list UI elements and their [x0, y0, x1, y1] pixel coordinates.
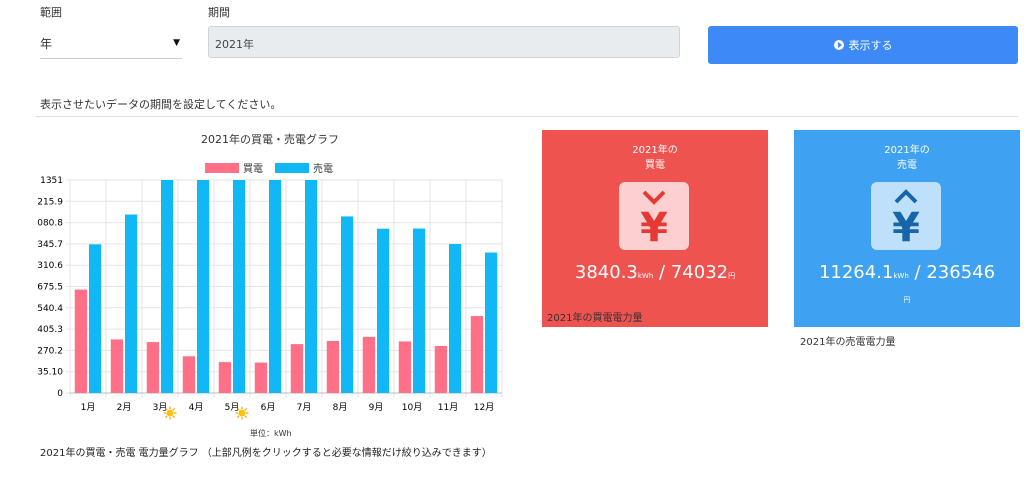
- x-tick-label: 12月: [474, 402, 494, 413]
- period-input[interactable]: 2021年: [208, 26, 680, 58]
- sell-yen-unit: 円: [903, 296, 911, 304]
- period-hint-text: 表示させたいデータの期間を設定してください。: [40, 98, 282, 111]
- range-select[interactable]: 年 ▼: [40, 30, 182, 59]
- bar-buy: [290, 344, 303, 393]
- sell-card-caption: 2021年の売電電力量: [800, 337, 896, 348]
- bar-buy: [254, 362, 267, 393]
- bar-buy: [398, 341, 411, 393]
- bar-sell: [269, 180, 282, 393]
- y-tick-label: 0: [57, 389, 63, 399]
- range-select-value: 年: [40, 37, 53, 51]
- buy-kwh-unit: kWh: [637, 272, 654, 280]
- y-tick-label: 405.3: [37, 325, 63, 335]
- sun-icon: [163, 406, 177, 420]
- bar-sell: [377, 228, 390, 393]
- y-tick-label: 675.5: [37, 283, 63, 293]
- bar-buy: [470, 316, 483, 393]
- y-tick-label: 540.4: [37, 304, 63, 314]
- sell-card-title: 2021年の 売電: [794, 143, 1020, 173]
- bar-sell: [233, 180, 246, 393]
- y-tick-label: 080.8: [37, 219, 63, 229]
- bar-sell: [161, 180, 174, 393]
- sell-card-title-year: 2021年の: [884, 145, 930, 156]
- show-button[interactable]: 表示する: [708, 26, 1018, 64]
- yen-up-icon: ¥: [871, 182, 941, 251]
- buy-card-title: 2021年の 買電: [542, 143, 768, 173]
- period-input-value: 2021年: [215, 38, 254, 51]
- range-label: 範囲: [40, 6, 62, 19]
- bar-buy: [74, 289, 87, 393]
- buy-separator: /: [659, 262, 666, 283]
- y-axis-ticks: 1351 215.9 080.8 345.7 310.6 675.5 540.4 405.3 2…: [37, 176, 63, 399]
- bar-sell: [89, 244, 102, 393]
- bar-buy: [362, 336, 375, 393]
- bar-buy: [110, 339, 123, 393]
- x-tick-label: 10月: [402, 402, 422, 413]
- bar-buy: [326, 340, 339, 393]
- show-button-label: 表示する: [848, 39, 893, 52]
- y-tick-label: 35.10: [37, 368, 63, 378]
- sell-kwh-unit: kWh: [893, 272, 909, 280]
- buy-card-values: 3840.3kWh / 74032円: [542, 262, 768, 283]
- x-tick-label: 9月: [369, 402, 384, 413]
- x-tick-label: 2月: [117, 402, 132, 413]
- sell-separator: /: [914, 262, 921, 283]
- bar-sell: [197, 180, 210, 393]
- bar-buy: [182, 356, 195, 393]
- sell-kwh-value: 11264.1: [818, 262, 894, 283]
- x-tick-label: 3月: [153, 402, 168, 413]
- sun-icon: [235, 406, 249, 420]
- bar-buy: [146, 342, 159, 393]
- y-tick-label: 1351: [40, 176, 63, 186]
- chart-unit-label: 単位：kWh: [250, 429, 292, 438]
- svg-text:¥: ¥: [640, 205, 668, 250]
- sell-yen-value: 236546: [926, 262, 996, 283]
- chevron-down-icon: ▼: [173, 38, 180, 48]
- play-circle-icon: [833, 40, 844, 50]
- x-tick-label: 8月: [333, 402, 348, 413]
- x-tick-label: 1月: [81, 402, 96, 413]
- y-tick-label: 270.2: [37, 346, 63, 356]
- bar-sell: [125, 214, 138, 393]
- buy-kwh-value: 3840.3: [574, 262, 638, 283]
- buy-card-title-year: 2021年の: [632, 145, 678, 156]
- buy-card-caption: 2021年の買電電力量: [547, 313, 643, 324]
- chart-title: 2021年の買電・売電グラフ: [201, 133, 339, 146]
- sell-card-values: 11264.1kWh / 236546: [794, 262, 1020, 283]
- x-tick-label: 5月: [225, 402, 240, 413]
- bar-chart: 1351 215.9 080.8 345.7 310.6 675.5 540.4 405.3 2…: [37, 176, 503, 420]
- bar-sell: [305, 180, 318, 393]
- yen-down-icon: ¥: [619, 182, 689, 251]
- y-tick-label: 345.7: [37, 240, 63, 250]
- bar-buy: [434, 346, 447, 393]
- chart-caption: 2021年の買電・売電 電力量グラフ （上部凡例をクリックすると必要な情報だけ絞…: [40, 448, 492, 459]
- x-axis-ticks: 1月 2月 3月 4月 5月 6月 7月 8月 9月 10月 11月 12月: [81, 402, 495, 413]
- svg-text:¥: ¥: [892, 205, 920, 250]
- y-tick-label: 310.6: [37, 261, 63, 271]
- bar-sell: [485, 252, 498, 393]
- bar-sell: [413, 228, 426, 393]
- divider: [36, 116, 1018, 117]
- bar-sell: [341, 216, 354, 393]
- x-tick-label: 6月: [261, 402, 276, 413]
- buy-card-title-type: 買電: [645, 160, 665, 171]
- sell-summary-card: 2021年の 売電 ¥ 11264.1kWh / 236546 円: [794, 130, 1020, 327]
- bar-sell: [449, 244, 462, 393]
- buy-summary-card: 2021年の 買電 ¥ 3840.3kWh / 74032円: [542, 130, 768, 327]
- x-tick-label: 7月: [297, 402, 312, 413]
- buy-yen-unit: 円: [728, 272, 736, 280]
- x-tick-label: 11月: [438, 402, 458, 413]
- x-tick-label: 4月: [189, 402, 204, 413]
- period-label: 期間: [208, 6, 230, 19]
- y-tick-label: 215.9: [37, 197, 63, 207]
- sell-card-title-type: 売電: [897, 160, 917, 171]
- bar-buy: [218, 362, 231, 393]
- buy-yen-value: 74032: [670, 262, 729, 283]
